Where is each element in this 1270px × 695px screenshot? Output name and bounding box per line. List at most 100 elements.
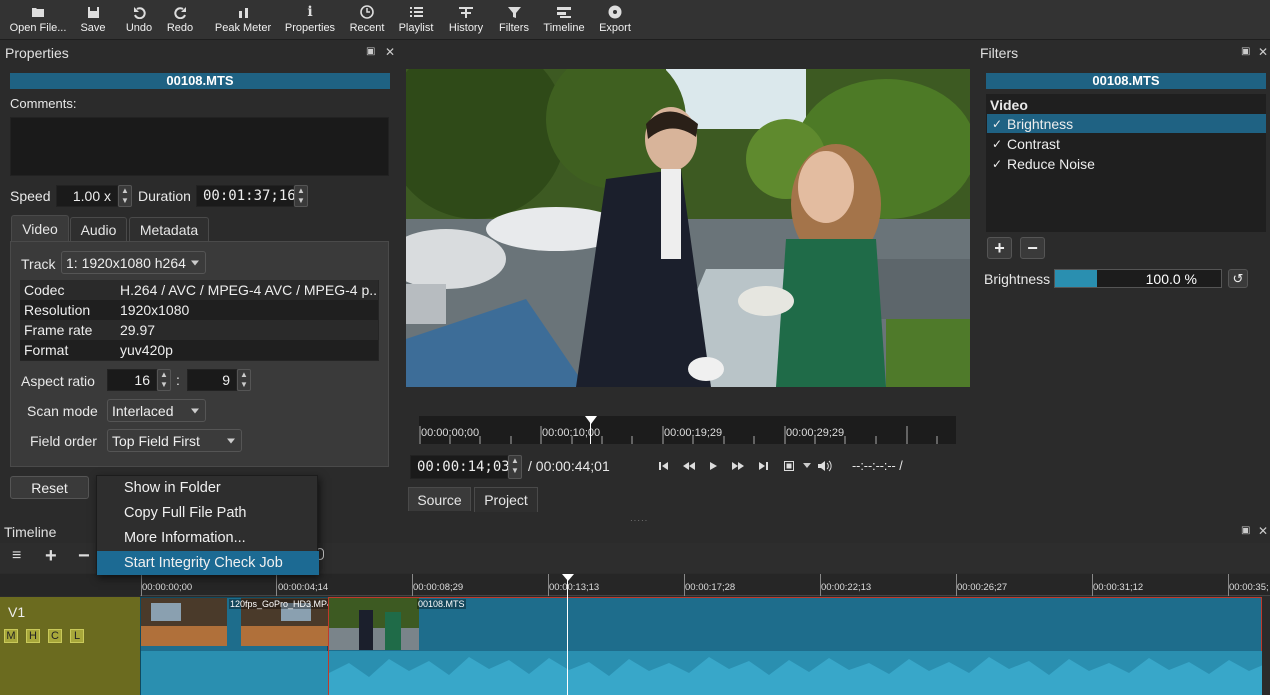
aspect-height-field[interactable]: 9: [187, 369, 237, 391]
timeline-ruler-label: 00:00:08;29: [413, 582, 464, 593]
duration-stepper[interactable]: ▲ ▼: [294, 185, 308, 207]
hide-button[interactable]: H: [26, 629, 40, 643]
checkbox-icon[interactable]: ✓: [987, 117, 1007, 131]
brightness-slider-fill: [1055, 270, 1097, 287]
menu-item-start-integrity-check-job[interactable]: Start Integrity Check Job: [97, 551, 319, 575]
player-ruler[interactable]: 00:00:00;00 00:00:10;00 00:00:19;29 00:0…: [419, 416, 956, 444]
track-header-v1[interactable]: V1 M H C L: [0, 597, 140, 695]
field-order-select[interactable]: Top Field First: [107, 429, 242, 452]
timeline-menu-icon[interactable]: ≡: [12, 547, 21, 565]
tab-metadata[interactable]: Metadata: [129, 217, 209, 241]
scan-mode-select[interactable]: Interlaced: [107, 399, 206, 422]
tab-source[interactable]: Source: [408, 487, 471, 511]
lock-button[interactable]: L: [70, 629, 84, 643]
speed-label: Speed: [10, 188, 51, 204]
clip-name: 120fps_GoPro_HD3.MP4: [229, 599, 334, 609]
speed-stepper[interactable]: ▲ ▼: [118, 185, 132, 207]
current-time-stepper[interactable]: ▲ ▼: [508, 455, 522, 479]
menu-item-show-in-folder[interactable]: Show in Folder: [97, 476, 319, 500]
rewind-icon[interactable]: [681, 459, 697, 473]
clip-thumbnails: [329, 598, 419, 650]
brightness-slider[interactable]: 100.0 %: [1054, 269, 1222, 288]
speed-field[interactable]: 1.00 x: [56, 185, 118, 207]
ruler-tick: [276, 574, 277, 596]
zoom-grid-icon[interactable]: [781, 459, 797, 473]
mute-button[interactable]: M: [4, 629, 18, 643]
main-toolbar: Open File... Save Undo Redo Peak Meter i…: [0, 0, 1270, 40]
redo-button[interactable]: Redo: [165, 0, 195, 40]
fast-forward-icon[interactable]: [730, 459, 746, 473]
player-ruler-label: 00:00:00;00: [421, 427, 480, 439]
tab-video[interactable]: Video: [11, 215, 69, 241]
tab-project[interactable]: Project: [474, 487, 538, 512]
video-preview[interactable]: [406, 69, 970, 387]
close-icon[interactable]: ✕: [1258, 524, 1268, 538]
close-icon[interactable]: ✕: [1258, 45, 1268, 59]
save-button[interactable]: Save: [78, 0, 108, 40]
undo-icon: [130, 3, 148, 21]
track-select[interactable]: 1: 1920x1080 h264: [61, 251, 206, 274]
filters-button[interactable]: Filters: [496, 0, 532, 40]
minus-icon: −: [1027, 237, 1038, 258]
filter-item-reduce-noise[interactable]: ✓ Reduce Noise: [987, 154, 1266, 173]
float-icon[interactable]: ▣: [366, 46, 375, 57]
duration-field[interactable]: 00:01:37;16: [196, 185, 296, 207]
timeline-icon: [555, 3, 573, 21]
float-icon[interactable]: ▣: [1241, 46, 1250, 57]
aspect-separator: :: [176, 372, 180, 388]
timeline-clip[interactable]: 120fps_GoPro_HD3.MP4: [140, 597, 334, 695]
reset-button[interactable]: Reset: [10, 476, 89, 499]
current-time-field[interactable]: 00:00:14;03: [410, 455, 510, 479]
brightness-param-label: Brightness: [984, 271, 1051, 287]
filters-category-label: Video: [990, 97, 1028, 113]
timeline-empty-area[interactable]: [1262, 597, 1270, 695]
scan-mode-label: Scan mode: [27, 403, 98, 419]
filters-panel-title: Filters: [980, 45, 1019, 61]
skip-to-start-icon[interactable]: [656, 459, 672, 473]
remove-filter-button[interactable]: −: [1020, 237, 1045, 259]
reset-param-button[interactable]: ↺: [1228, 269, 1248, 288]
history-button[interactable]: History: [446, 0, 486, 40]
timeline-playhead[interactable]: [567, 574, 568, 695]
track-label: Track: [21, 256, 56, 272]
properties-button[interactable]: i Properties: [283, 0, 337, 40]
aspect-height-stepper[interactable]: ▲ ▼: [237, 369, 251, 391]
recent-button[interactable]: Recent: [347, 0, 387, 40]
filter-item-contrast[interactable]: ✓ Contrast: [987, 134, 1266, 153]
aspect-width-field[interactable]: 16: [107, 369, 157, 391]
plus-icon: +: [994, 237, 1005, 258]
composite-button[interactable]: C: [48, 629, 62, 643]
timeline-ruler-label: 00:00:13;13: [549, 582, 600, 593]
tab-audio[interactable]: Audio: [70, 217, 127, 241]
aspect-width-stepper[interactable]: ▲ ▼: [157, 369, 171, 391]
comments-textarea[interactable]: [10, 117, 389, 176]
volume-icon[interactable]: [817, 459, 833, 473]
timeline-ruler[interactable]: 00:00:00;00 00:00:04;14 00:00:08;29 00:0…: [140, 574, 1270, 596]
checkbox-icon[interactable]: ✓: [987, 157, 1007, 171]
checkbox-icon[interactable]: ✓: [987, 137, 1007, 151]
splitter-handle-icon[interactable]: ·····: [630, 516, 648, 525]
menu-item-more-information[interactable]: More Information...: [97, 526, 319, 550]
undo-button[interactable]: Undo: [124, 0, 154, 40]
skip-to-end-icon[interactable]: [756, 459, 772, 473]
play-icon[interactable]: [706, 459, 722, 473]
properties-clip-name: 00108.MTS: [10, 73, 390, 89]
timeline-clip-selected[interactable]: 00108.MTS: [328, 597, 1263, 695]
player-ruler-label: 00:00:29;29: [786, 427, 845, 439]
chevron-down-icon[interactable]: [799, 459, 815, 473]
export-button[interactable]: Export: [597, 0, 633, 40]
track-name: V1: [8, 604, 26, 620]
minus-icon[interactable]: −: [78, 545, 90, 568]
timeline-ruler-label: 00:00:22;13: [821, 582, 872, 593]
plus-icon[interactable]: +: [45, 545, 57, 568]
float-icon[interactable]: ▣: [1241, 525, 1250, 536]
menu-item-copy-full-file-path[interactable]: Copy Full File Path: [97, 501, 319, 525]
peak-meter-button[interactable]: Peak Meter: [212, 0, 274, 40]
timeline-button[interactable]: Timeline: [542, 0, 586, 40]
add-filter-button[interactable]: +: [987, 237, 1012, 259]
close-icon[interactable]: ✕: [385, 45, 395, 59]
playlist-button[interactable]: Playlist: [396, 0, 436, 40]
open-file-button[interactable]: Open File...: [8, 0, 68, 40]
export-icon: [606, 3, 624, 21]
filter-item-brightness[interactable]: ✓ Brightness: [987, 114, 1266, 133]
